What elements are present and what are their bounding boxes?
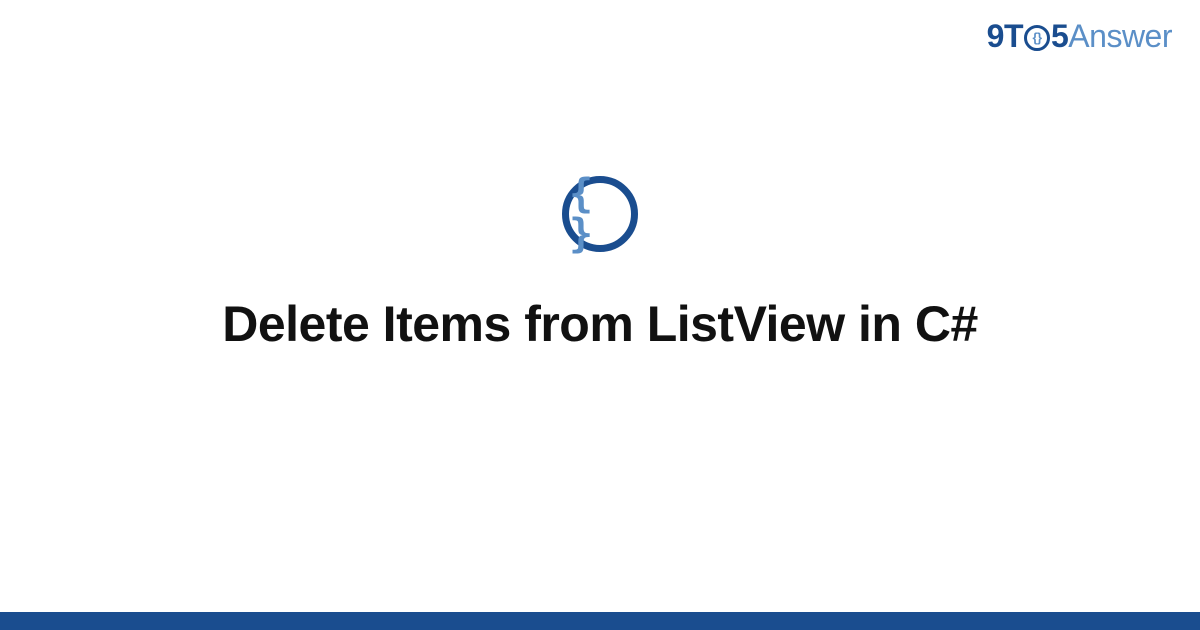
braces-symbol: { } bbox=[569, 174, 631, 254]
footer-accent-bar bbox=[0, 612, 1200, 630]
page-title: Delete Items from ListView in C# bbox=[182, 294, 1018, 354]
main-content: { } Delete Items from ListView in C# bbox=[0, 0, 1200, 630]
code-braces-icon: { } bbox=[562, 176, 638, 252]
